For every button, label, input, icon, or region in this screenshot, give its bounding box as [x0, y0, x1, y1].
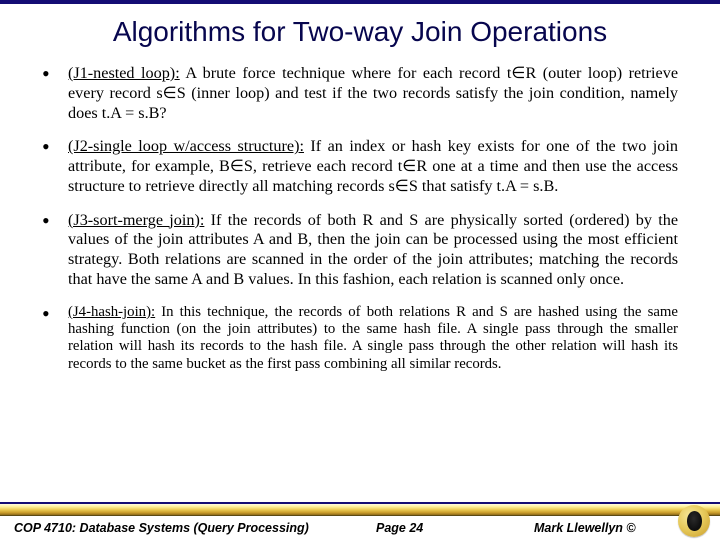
bullet-text: (J2-single loop w/access structure): If …: [68, 137, 678, 196]
bullet-dot: •: [42, 211, 68, 290]
slide-footer: COP 4710: Database Systems (Query Proces…: [0, 512, 720, 540]
bullet-lead: (J4-hash-join):: [68, 304, 155, 320]
bullet-lead: (J3-sort-merge join):: [68, 211, 204, 229]
bullet-4: • (J4-hash-join): In this technique, the…: [42, 304, 678, 373]
slide: Algorithms for Two-way Join Operations •…: [0, 0, 720, 540]
bullet-text: (J3-sort-merge join): If the records of …: [68, 211, 678, 290]
bullet-text: (J1-nested loop): A brute force techniqu…: [68, 64, 678, 123]
bullet-dot: •: [42, 137, 68, 196]
slide-content: • (J1-nested loop): A brute force techni…: [0, 64, 720, 373]
bullet-dot: •: [42, 304, 68, 373]
bullet-2: • (J2-single loop w/access structure): I…: [42, 137, 678, 196]
bullet-3: • (J3-sort-merge join): If the records o…: [42, 211, 678, 290]
bullet-dot: •: [42, 64, 68, 123]
footer-bar: [0, 502, 720, 516]
slide-title: Algorithms for Two-way Join Operations: [0, 16, 720, 48]
bullet-lead: (J2-single loop w/access structure):: [68, 137, 304, 155]
bullet-1: • (J1-nested loop): A brute force techni…: [42, 64, 678, 123]
bullet-text: (J4-hash-join): In this technique, the r…: [68, 304, 678, 373]
bullet-lead: (J1-nested loop):: [68, 64, 180, 82]
footer-course: COP 4710: Database Systems (Query Proces…: [0, 521, 376, 535]
ucf-logo-icon: [678, 505, 710, 537]
footer-page: Page 24: [376, 521, 534, 535]
footer-text: COP 4710: Database Systems (Query Proces…: [0, 516, 720, 540]
